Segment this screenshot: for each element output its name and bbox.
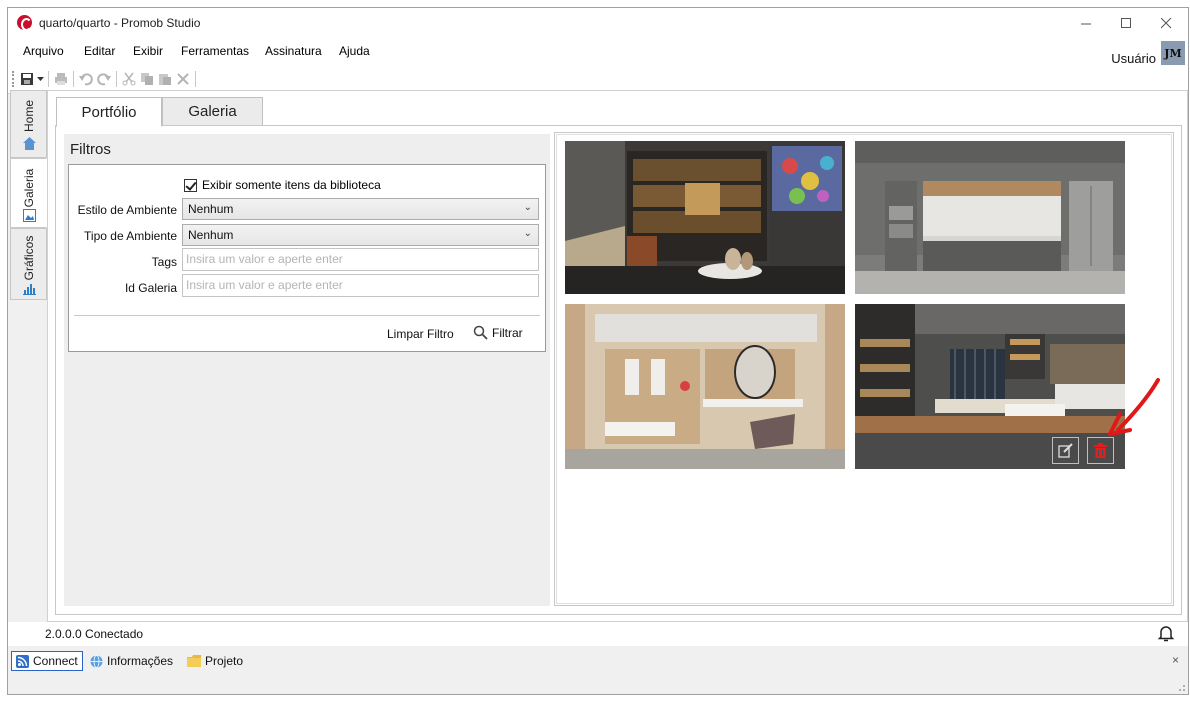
status-bar: 2.0.0.0 Conectado (8, 622, 1188, 646)
undo-icon[interactable] (77, 70, 95, 88)
toolbar-separator (195, 71, 196, 87)
menu-ferramentas[interactable]: Ferramentas (181, 44, 249, 58)
tipo-label: Tipo de Ambiente (84, 229, 177, 243)
side-tab-label: Galeria (21, 168, 36, 208)
gallery-area (554, 132, 1174, 606)
filters-divider (74, 315, 540, 316)
promob-logo-icon (17, 15, 32, 31)
cut-icon[interactable] (120, 70, 138, 88)
filter-button[interactable]: Filtrar (473, 325, 523, 340)
menu-arquivo[interactable]: Arquivo (23, 44, 64, 58)
side-tab-label: Home (21, 99, 36, 133)
rss-icon (16, 654, 29, 668)
chevron-down-icon: ⌄ (523, 202, 532, 213)
gallery-item-4[interactable] (855, 304, 1125, 469)
portfolio-panel: Filtros Exibir somente itens da bibliote… (55, 125, 1182, 615)
filter-button-label: Filtrar (492, 325, 523, 340)
filters-box: Exibir somente itens da biblioteca Estil… (68, 164, 546, 352)
paste-icon[interactable] (156, 70, 174, 88)
globe-icon (90, 654, 103, 668)
thumbnail-image (565, 141, 845, 294)
window-title: quarto/quarto - Promob Studio (39, 16, 201, 30)
toolbar-grip[interactable] (12, 71, 14, 87)
checkbox-label: Exibir somente itens da biblioteca (202, 178, 381, 192)
bottom-tab-projeto[interactable]: Projeto (183, 651, 247, 671)
close-icon[interactable]: × (1172, 653, 1179, 667)
search-icon (473, 325, 488, 340)
estilo-label: Estilo de Ambiente (77, 203, 177, 217)
estilo-select[interactable]: Nenhum ⌄ (182, 198, 539, 220)
thumbnail-image (855, 141, 1125, 294)
bottom-tab-informacoes[interactable]: Informações (86, 651, 177, 671)
delete-icon[interactable] (174, 70, 192, 88)
side-tab-galeria[interactable]: Galeria (10, 158, 47, 228)
edit-icon[interactable] (1052, 437, 1079, 464)
side-tab-strip: Home Galeria Gráficos (10, 90, 47, 300)
tipo-select[interactable]: Nenhum ⌄ (182, 224, 539, 246)
filters-title: Filtros (70, 141, 111, 158)
bottom-tab-label: Connect (33, 654, 78, 668)
thumbnail-action-bar (855, 433, 1125, 469)
bell-icon[interactable] (1157, 624, 1175, 642)
side-tab-label: Gráficos (21, 235, 36, 281)
id-galeria-input[interactable]: Insira um valor e aperte enter (182, 274, 539, 297)
user-label[interactable]: Usuário (1111, 51, 1156, 66)
print-icon[interactable] (52, 70, 70, 88)
tags-input[interactable]: Insira um valor e aperte enter (182, 248, 539, 271)
menu-ajuda[interactable]: Ajuda (339, 44, 370, 58)
chart-icon (23, 284, 36, 295)
copy-icon[interactable] (138, 70, 156, 88)
tags-label: Tags (151, 255, 177, 269)
side-tab-home[interactable]: Home (10, 90, 47, 158)
minimize-icon[interactable] (1066, 12, 1106, 34)
home-icon (23, 137, 36, 150)
id-galeria-label: Id Galeria (124, 281, 177, 295)
resize-grip-icon[interactable] (1176, 682, 1186, 692)
bottom-tab-label: Informações (107, 654, 174, 668)
toolbar (8, 68, 238, 90)
toolbar-separator (73, 71, 74, 87)
menu-bar: Arquivo Editar Exibir Ferramentas Assina… (8, 38, 1188, 94)
app-window: quarto/quarto - Promob Studio Arquivo Ed… (7, 7, 1189, 695)
bottom-tab-connect[interactable]: Connect (11, 651, 83, 671)
bottom-panel-tabs: Connect Informações Projeto × (8, 648, 1188, 672)
status-text: 2.0.0.0 Conectado (45, 627, 144, 641)
tab-portfolio[interactable]: Portfólio (56, 97, 162, 127)
main-content: Portfólio Galeria Filtros Exibir somente… (47, 90, 1188, 622)
side-tab-graficos[interactable]: Gráficos (10, 228, 47, 300)
gallery-item-1[interactable] (565, 141, 845, 294)
library-only-checkbox[interactable]: Exibir somente itens da biblioteca (184, 178, 381, 192)
menu-assinatura[interactable]: Assinatura (265, 44, 322, 58)
bottom-tab-label: Projeto (205, 654, 244, 668)
gallery-item-2[interactable] (855, 141, 1125, 294)
filters-panel: Filtros Exibir somente itens da bibliote… (64, 134, 550, 606)
gallery-item-3[interactable] (565, 304, 845, 469)
thumbnail-image (565, 304, 845, 469)
user-avatar[interactable]: JM (1161, 41, 1185, 65)
tab-galeria[interactable]: Galeria (162, 97, 263, 126)
save-icon[interactable] (18, 70, 36, 88)
dropdown-icon[interactable] (36, 70, 45, 88)
menu-exibir[interactable]: Exibir (133, 44, 163, 58)
menu-editar[interactable]: Editar (84, 44, 115, 58)
tipo-value: Nenhum (188, 228, 234, 242)
toolbar-separator (116, 71, 117, 87)
chevron-down-icon: ⌄ (523, 228, 532, 239)
title-bar: quarto/quarto - Promob Studio (8, 8, 1188, 38)
trash-icon[interactable] (1087, 437, 1114, 464)
checkbox-check-icon[interactable] (184, 178, 197, 192)
folder-icon (187, 655, 201, 667)
estilo-value: Nenhum (188, 202, 234, 216)
toolbar-separator (48, 71, 49, 87)
close-icon[interactable] (1146, 12, 1186, 34)
redo-icon[interactable] (95, 70, 113, 88)
clear-filter-button[interactable]: Limpar Filtro (387, 327, 454, 341)
maximize-icon[interactable] (1106, 12, 1146, 34)
gallery-icon (23, 209, 36, 222)
